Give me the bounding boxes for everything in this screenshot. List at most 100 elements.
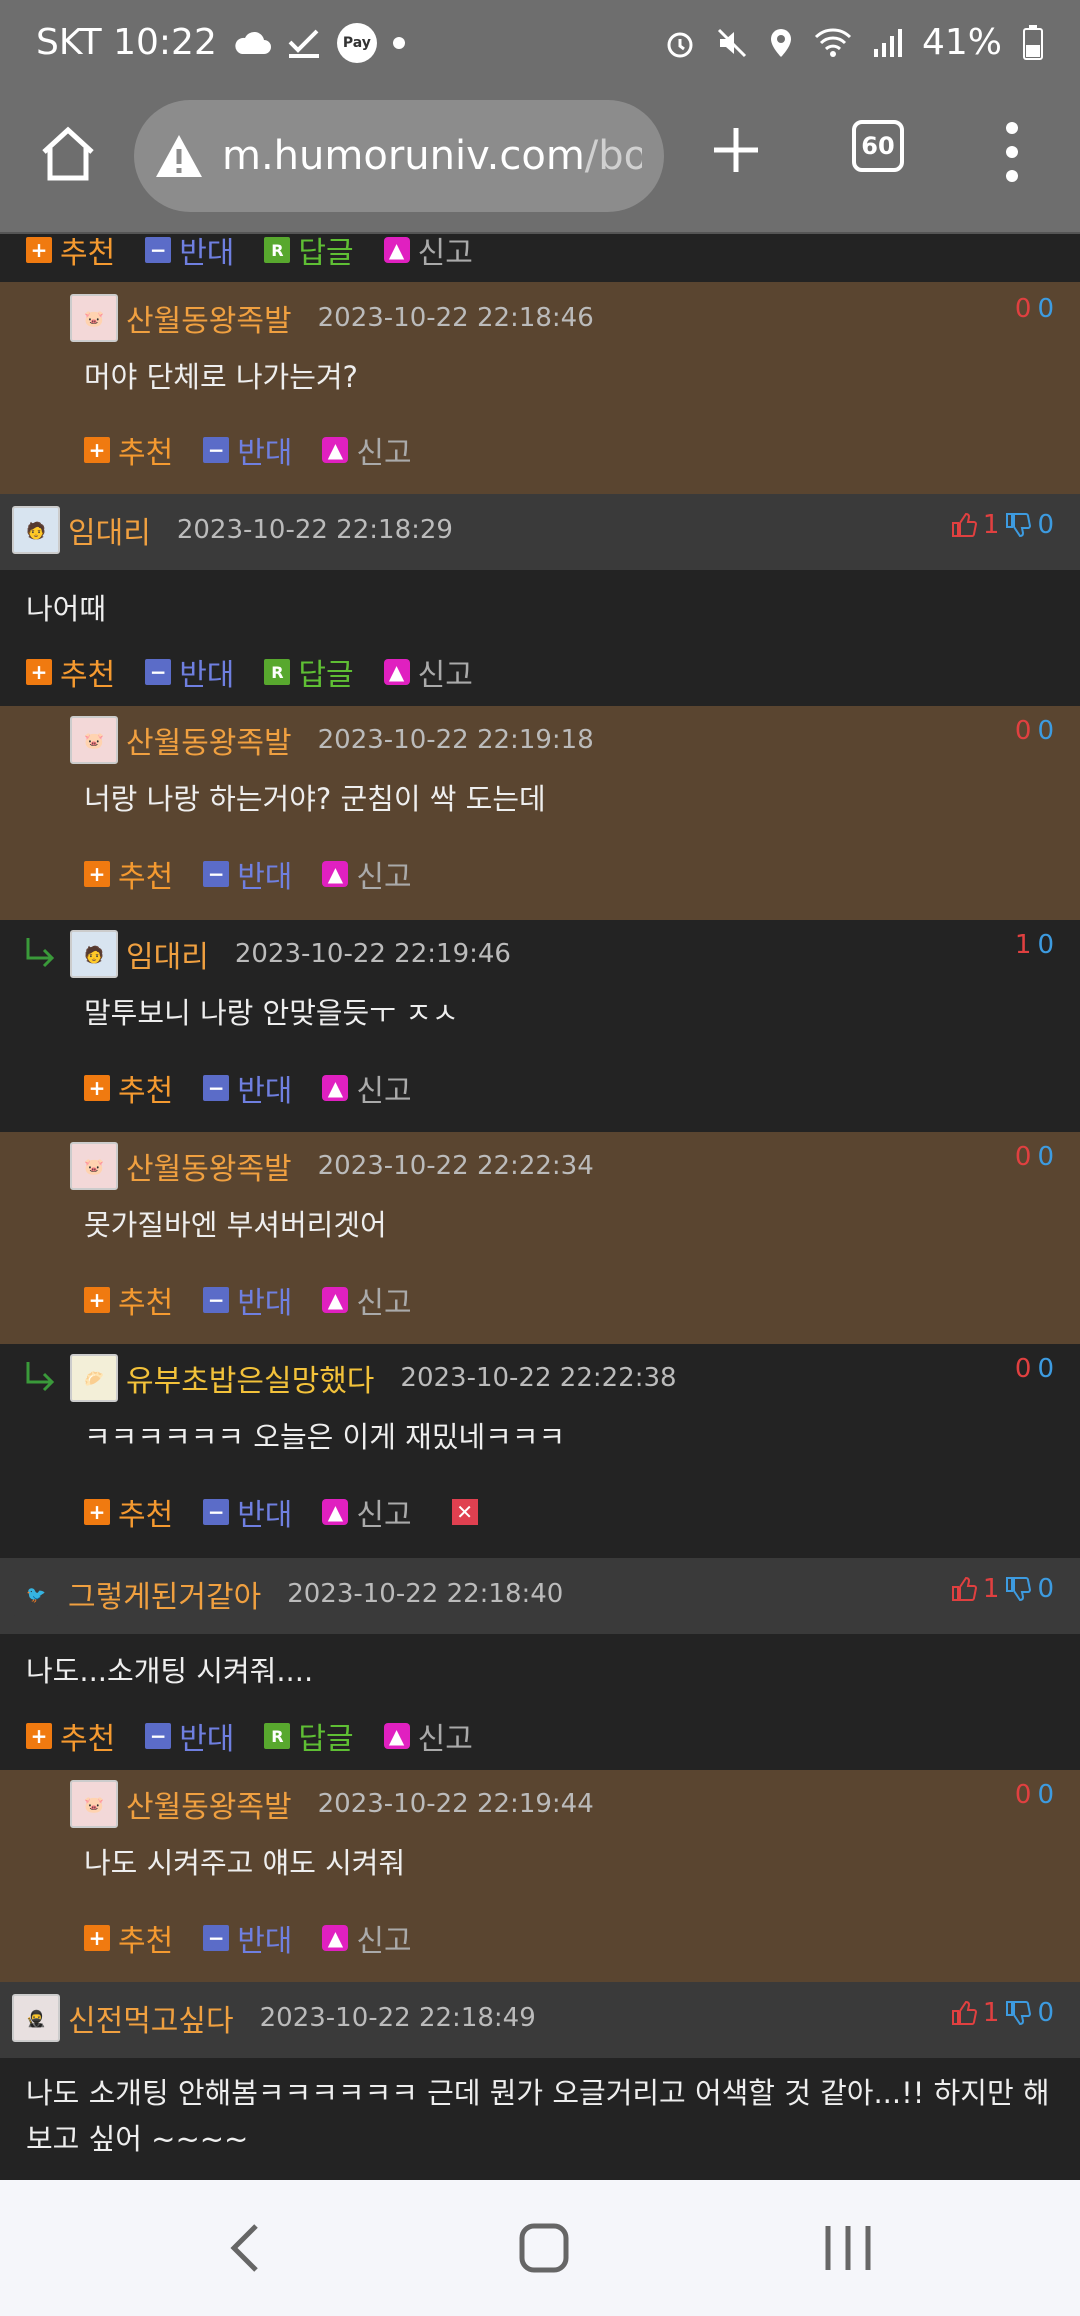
upvote-count: 0 [1014,294,1032,324]
comment-item: 나도...소개팅 시켜줘.... + 추천 − 반대 R 답글 ▲ 신고 [0,1634,1080,1770]
recommend-button[interactable]: + 추천 [26,1714,115,1758]
thumbs-up-icon[interactable] [951,512,977,538]
comment-nickname[interactable]: 산월동왕족발 [126,718,292,762]
comment-text: 나어때 [26,592,107,626]
upvote-count: 0 [1014,716,1032,746]
comment-timestamp: 2023-10-22 22:22:38 [400,1363,677,1393]
comment-nickname[interactable]: 산월동왕족발 [126,1144,292,1188]
status-bar: SKT 10:22 Pay 41% [0,0,1080,92]
warning-icon[interactable] [154,133,204,179]
report-button[interactable]: ▲ 신고 [322,428,412,472]
pig-avatar-icon: 🐷 [70,294,118,342]
comment-item: 나도 소개팅 안해봄ㅋㅋㅋㅋㅋㅋ 근데 뭔가 오글거리고 어색할 것 같아...… [0,2058,1080,2180]
downvote-count: 0 [1037,1574,1054,1604]
report-button[interactable]: ▲ 신고 [383,650,473,694]
reply-button[interactable]: R 답글 [264,234,354,272]
battery-icon [1023,24,1043,60]
bird-avatar-icon: 🐦 [12,1570,60,1618]
oppose-button[interactable]: − 반대 [203,1916,292,1960]
minus-icon: − [203,1287,230,1313]
report-button[interactable]: ▲ 신고 [383,1714,473,1758]
comment-timestamp: 2023-10-22 22:19:18 [317,725,594,755]
siren-icon: ▲ [383,1723,410,1749]
reply-icon: R [264,1723,291,1749]
more-menu-icon[interactable] [1000,122,1024,182]
minus-icon: − [203,1499,230,1525]
comment-nickname[interactable]: 산월동왕족발 [126,1782,292,1826]
comment-nickname[interactable]: 신전먹고싶다 [68,1996,234,2040]
oppose-button[interactable]: − 반대 [203,428,292,472]
recent-apps-icon[interactable] [820,2220,876,2276]
plus-icon: + [26,659,52,685]
oppose-button[interactable]: − 반대 [203,1278,292,1322]
oppose-button[interactable]: − 반대 [145,234,234,272]
pig-avatar-icon: 🐷 [70,1780,118,1828]
new-tab-icon[interactable] [710,124,762,176]
downvote-count: 0 [1037,716,1054,746]
recommend-button[interactable]: + 추천 [84,1066,173,1110]
recommend-button[interactable]: + 추천 [26,650,115,694]
report-button[interactable]: ▲ 신고 [322,1066,412,1110]
wifi-icon [814,27,852,57]
downvote-count: 0 [1037,930,1054,960]
comment-nickname[interactable]: 그렇게된거같아 [68,1572,261,1616]
siren-icon: ▲ [322,437,349,463]
plus-icon: + [84,1925,110,1951]
comment-timestamp: 2023-10-22 22:18:49 [259,2003,536,2033]
carrier-time: SKT 10:22 [36,22,217,63]
back-icon[interactable] [226,2220,266,2276]
pig-avatar-icon: 🐷 [70,1142,118,1190]
url-host: m.humoruniv.com [222,133,585,179]
comment-nickname[interactable]: 유부초밥은실망했다 [126,1356,374,1400]
thumbs-up-icon[interactable] [951,2000,977,2026]
comment-item: 🥟 유부초밥은실망했다 2023-10-22 22:22:38 00 ㅋㅋㅋㅋㅋ… [0,1344,1080,1558]
siren-icon: ▲ [383,237,410,263]
plus-icon: + [84,437,110,463]
recommend-button[interactable]: + 추천 [84,1278,173,1322]
minus-icon: − [203,1075,230,1101]
comment-nickname[interactable]: 산월동왕족발 [126,296,292,340]
url-text[interactable]: m.humoruniv.com/boa [222,133,642,179]
battery-percent: 41% [921,22,1002,63]
upvote-count: 0 [1014,1354,1032,1384]
home-icon[interactable] [36,122,100,186]
thumbs-down-icon[interactable] [1005,2000,1032,2026]
comment-text: 나도 시켜주고 얘도 시켜줘 [84,1846,406,1880]
recommend-button[interactable]: + 추천 [26,234,115,272]
comment-nickname[interactable]: 임대리 [126,932,209,976]
reply-button[interactable]: R 답글 [264,650,354,694]
oppose-button[interactable]: − 반대 [203,1066,292,1110]
notification-dot-icon [392,36,405,49]
report-button[interactable]: ▲ 신고 [322,1490,412,1534]
comment-text: 말투보니 나랑 안맞을듯ㅜ ㅈㅅ [84,996,459,1030]
report-button[interactable]: ▲ 신고 [322,1916,412,1960]
recommend-button[interactable]: + 추천 [84,852,173,896]
comment-header: 🧑 임대리 2023-10-22 22:18:29 1 0 [0,494,1080,570]
report-button[interactable]: ▲ 신고 [383,234,473,272]
upvote-count: 0 [1014,1142,1032,1172]
oppose-button[interactable]: − 반대 [145,650,234,694]
tab-switcher-button[interactable]: 60 [852,120,904,172]
comment-timestamp: 2023-10-22 22:19:44 [317,1789,594,1819]
report-button[interactable]: ▲ 신고 [322,1278,412,1322]
report-button[interactable]: ▲ 신고 [322,852,412,896]
home-button-icon[interactable] [518,2220,570,2276]
reply-button[interactable]: R 답글 [264,1714,354,1758]
minus-icon: − [203,861,230,887]
downvote-count: 0 [1037,1142,1054,1172]
thumbs-down-icon[interactable] [1005,512,1032,538]
url-bar[interactable]: m.humoruniv.com/boa [134,100,664,212]
oppose-button[interactable]: − 반대 [145,1714,234,1758]
comment-timestamp: 2023-10-22 22:22:34 [317,1151,594,1181]
oppose-button[interactable]: − 반대 [203,1490,292,1534]
oppose-button[interactable]: − 반대 [203,852,292,896]
downvote-count: 0 [1037,294,1054,324]
recommend-button[interactable]: + 추천 [84,428,173,472]
recommend-button[interactable]: + 추천 [84,1490,173,1534]
delete-icon[interactable]: ✕ [451,1499,478,1525]
thumbs-up-icon[interactable] [951,1576,977,1602]
thumbs-down-icon[interactable] [1005,1576,1032,1602]
comment-nickname[interactable]: 임대리 [68,508,151,552]
siren-icon: ▲ [322,861,349,887]
recommend-button[interactable]: + 추천 [84,1916,173,1960]
